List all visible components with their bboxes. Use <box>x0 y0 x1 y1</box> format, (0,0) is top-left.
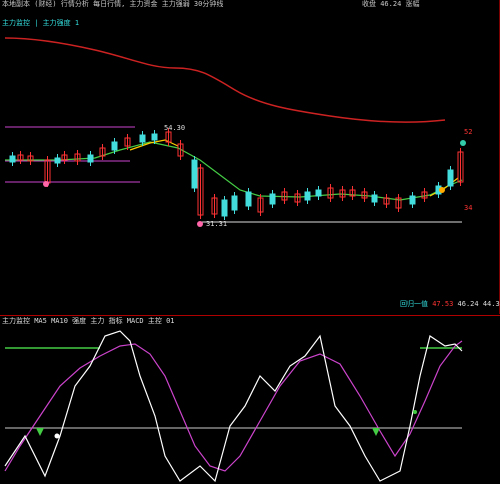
ma-long-line <box>5 141 463 201</box>
candle-body <box>139 134 146 143</box>
candle-body <box>9 155 16 163</box>
candle-body <box>54 157 61 164</box>
fast-line <box>4 330 463 483</box>
candle-body <box>221 199 228 217</box>
ma-short-line-right <box>429 177 459 197</box>
osc-marker <box>54 433 60 439</box>
candle-body <box>447 169 454 187</box>
osc-marker-right <box>413 410 417 414</box>
candle-body <box>409 195 416 205</box>
oscillator-panel[interactable]: 主力监控 MA5 MA10 强度 主力 指标 MACD 主控 01 <box>0 315 500 483</box>
info-box-v3: 44.35 <box>482 300 500 308</box>
low-label: 31.31 <box>206 220 228 228</box>
right-low-label: 34 <box>464 204 473 212</box>
candles <box>9 128 464 220</box>
price-panel[interactable]: 本地副本 (财经) 行情分析 每日行情, 主力资金 主力强弱 30分钟线 收盘 … <box>0 0 500 314</box>
info-box-v1: 47.53 <box>432 300 454 308</box>
candle-body <box>245 191 252 207</box>
low-marker <box>197 221 203 227</box>
upper-band-line <box>4 37 446 123</box>
right-top-label: 52 <box>464 128 473 136</box>
candle-body <box>269 193 276 205</box>
signal-arrow-right <box>372 428 380 436</box>
candle-body <box>371 194 378 203</box>
candle-body <box>87 154 94 163</box>
info-box: 回归一值 47.53 46.24 44.35 <box>400 300 500 309</box>
candle-body <box>191 159 198 189</box>
candle-body <box>315 189 322 197</box>
high-label: 54.30 <box>164 124 186 132</box>
early-low-marker <box>43 181 49 187</box>
bottom-signal-marker <box>439 187 445 193</box>
price-chart-svg <box>4 37 466 227</box>
candle-body <box>304 191 311 201</box>
slow-line <box>4 340 463 472</box>
chart-window: 本地副本 (财经) 行情分析 每日行情, 主力资金 主力强弱 30分钟线 收盘 … <box>0 0 500 483</box>
candle-body <box>111 141 118 151</box>
signal-arrow <box>36 428 44 436</box>
info-box-v2: 46.24 <box>457 300 479 308</box>
osc-chart-svg <box>4 330 463 483</box>
info-box-prefix: 回归一值 <box>400 300 428 308</box>
candle-body <box>231 195 238 211</box>
candle-body <box>151 133 158 141</box>
signal-marker <box>460 140 466 146</box>
